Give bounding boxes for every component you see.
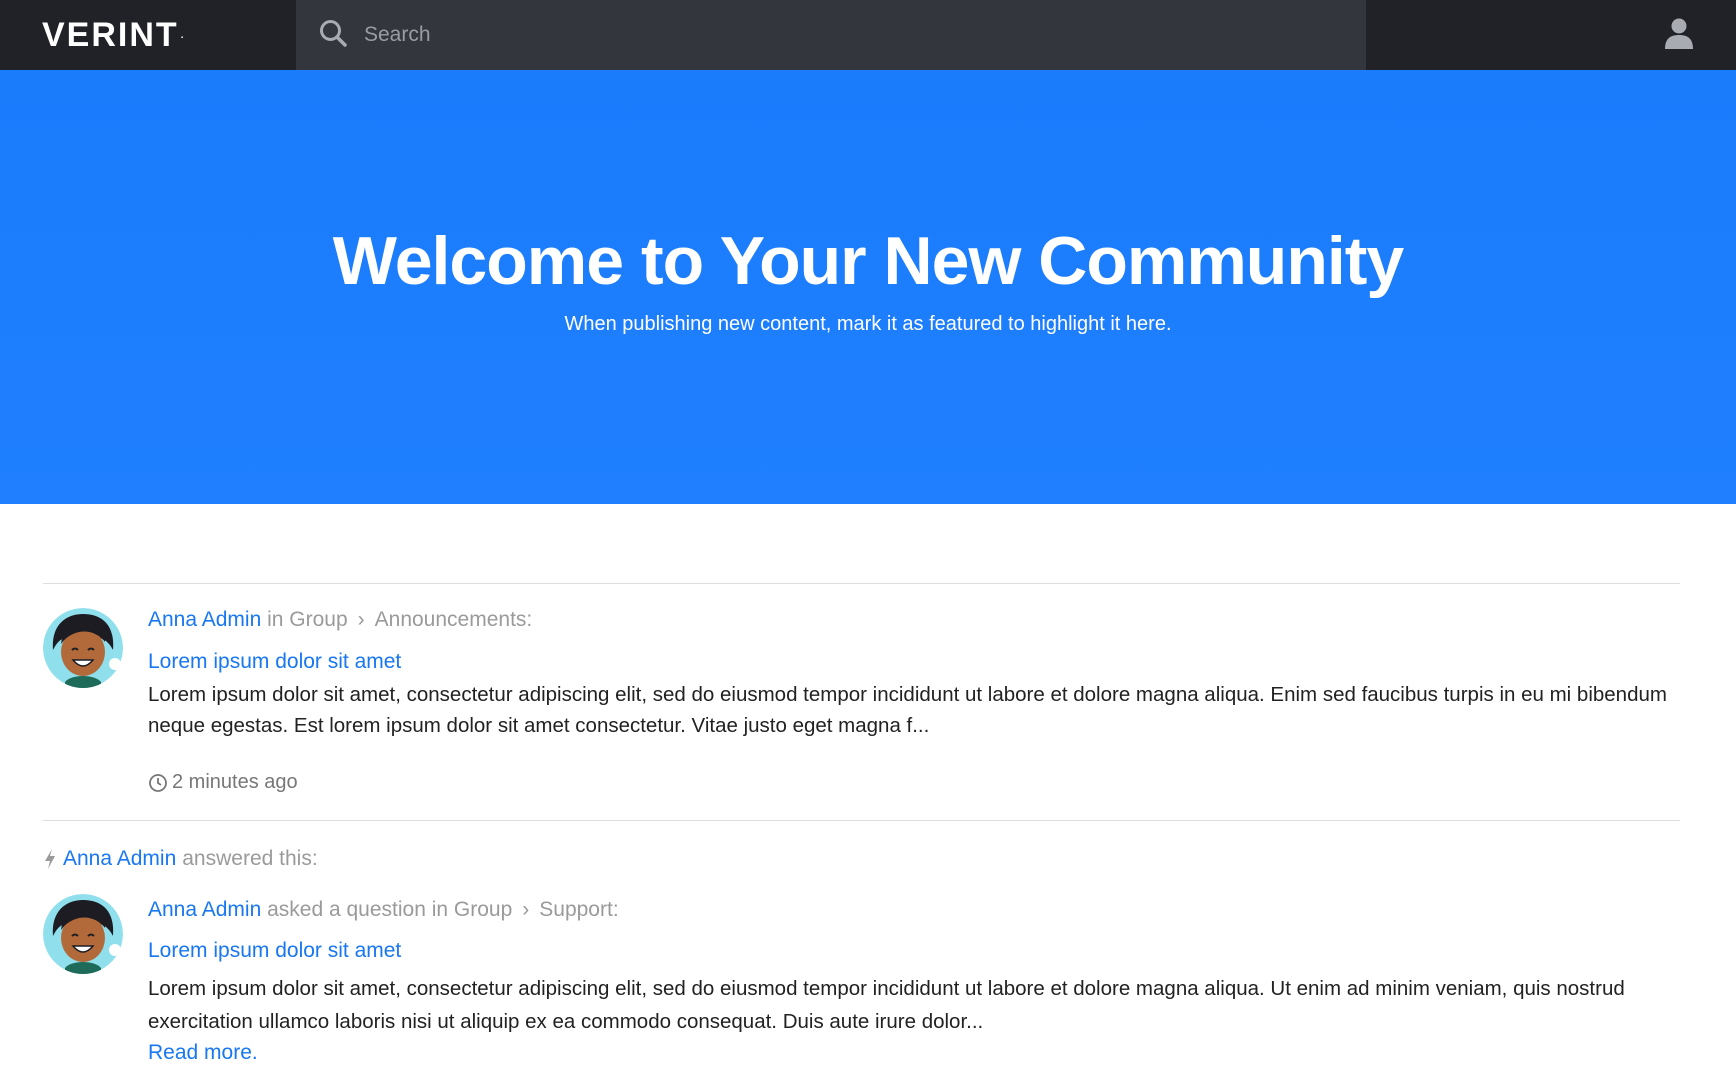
post-body: Lorem ipsum dolor sit amet, consectetur … xyxy=(148,977,1625,1033)
search-bar[interactable]: Search xyxy=(296,0,1366,70)
search-icon xyxy=(318,18,348,53)
answered-by-link[interactable]: Anna Admin xyxy=(63,847,176,871)
activity-item: Anna Admin answered this: Anna Admin ask… xyxy=(43,821,1680,1081)
context-text: asked a question in Group xyxy=(267,898,513,921)
answered-by-line: Anna Admin answered this: xyxy=(43,847,318,871)
verint-logo[interactable]: VERINT. xyxy=(0,0,296,70)
read-more-link[interactable]: Read more. xyxy=(148,1041,258,1065)
clock-icon xyxy=(149,773,167,792)
activity-stream: Anna Admin in Group › Announcements: Lorem… xyxy=(43,583,1680,1081)
activity-meta: Anna Admin in Group › Announcements: xyxy=(148,608,532,632)
timestamp: 2 minutes ago xyxy=(148,771,298,794)
activity-item: Anna Admin in Group › Announcements: Lorem… xyxy=(43,584,1680,820)
activity-meta: Anna Admin asked a question in Group › Sup… xyxy=(148,898,619,922)
top-navbar: VERINT. Search xyxy=(0,0,1736,70)
chevron-right-icon: › xyxy=(357,608,365,631)
avatar[interactable] xyxy=(43,608,123,688)
lightning-icon xyxy=(45,849,55,869)
hero-banner: Welcome to Your New Community When publi… xyxy=(0,70,1736,504)
post-title-link[interactable]: Lorem ipsum dolor sit amet xyxy=(148,650,401,674)
author-link[interactable]: Anna Admin xyxy=(148,898,261,921)
avatar-icon xyxy=(43,608,123,688)
timestamp-text: 2 minutes ago xyxy=(172,771,298,793)
search-input[interactable]: Search xyxy=(364,23,431,47)
hero-title: Welcome to Your New Community xyxy=(332,223,1405,299)
logo-text: VERINT xyxy=(42,15,179,54)
nav-right xyxy=(1366,0,1736,70)
user-icon[interactable] xyxy=(1662,16,1696,55)
chevron-right-icon: › xyxy=(522,898,530,921)
author-link[interactable]: Anna Admin xyxy=(148,608,261,631)
answered-text: answered this: xyxy=(182,847,318,870)
context-text: in Group xyxy=(267,608,348,631)
post-body: Lorem ipsum dolor sit amet, consectetur … xyxy=(148,683,1667,737)
group-name[interactable]: Announcements: xyxy=(375,608,533,631)
avatar-icon xyxy=(43,894,123,974)
group-name[interactable]: Support: xyxy=(539,898,618,921)
avatar[interactable] xyxy=(43,894,123,974)
hero-subtitle: When publishing new content, mark it as … xyxy=(564,313,1172,335)
post-title-link[interactable]: Lorem ipsum dolor sit amet xyxy=(148,939,401,963)
